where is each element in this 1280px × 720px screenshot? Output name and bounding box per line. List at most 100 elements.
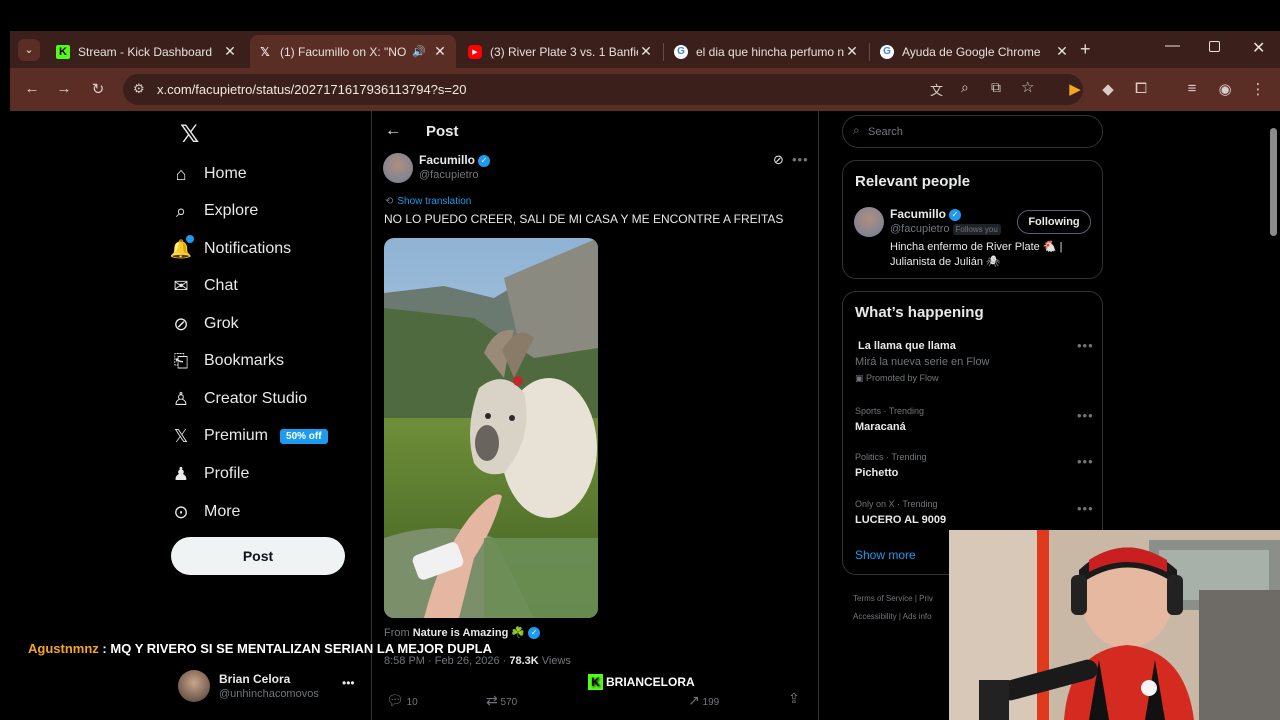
reload-icon[interactable]: ↻ [88, 80, 108, 98]
trend-item[interactable]: Sports · Trending Maracaná ••• [855, 404, 1095, 440]
close-icon[interactable]: ✕ [1054, 43, 1070, 60]
repost-button[interactable]: ⇄ 570 [486, 692, 517, 709]
speaker-icon[interactable]: 🔊 [412, 45, 426, 58]
tab-google-search[interactable]: G el dia que hincha perfumo n ✕ [666, 35, 868, 68]
tab-search-button[interactable]: ⌄ [18, 39, 40, 61]
footer-separator: | [914, 594, 917, 603]
forward-icon[interactable]: → [54, 80, 74, 97]
tab-facumillo-post[interactable]: 𝕏 (1) Facumillo on X: "NO 🔊 ✕ [250, 35, 456, 68]
new-tab-button[interactable]: + [1080, 39, 1091, 60]
share-icon[interactable]: ⇪ [788, 690, 800, 707]
author-avatar[interactable] [383, 153, 413, 183]
nav-label: Home [204, 165, 247, 182]
following-button[interactable]: Following [1017, 210, 1091, 234]
screen: ⌄ K Stream - Kick Dashboard ✕ 𝕏 (1) Facu… [0, 0, 1280, 720]
extension-diamond-icon[interactable]: ◆ [1098, 80, 1118, 98]
avatar[interactable] [854, 207, 884, 237]
grok-icon[interactable]: ⊘ [773, 152, 784, 168]
media-control-icon[interactable]: ≡ [1182, 80, 1202, 97]
post-video[interactable] [384, 238, 598, 618]
promoted-label: ▣ Promoted by Flow [855, 373, 939, 384]
more-dots-icon[interactable]: ••• [792, 152, 809, 167]
restore-button[interactable] [1209, 41, 1220, 52]
bell-icon: 🔔 [170, 235, 194, 260]
nav-grok[interactable]: ⊘ Grok [170, 309, 238, 339]
person-icon: ♟ [172, 463, 190, 484]
post-button[interactable]: Post [171, 537, 345, 575]
cast-icon[interactable]: ⧉ [991, 79, 1001, 96]
translate-icon[interactable]: 文 [930, 80, 943, 99]
scrollbar-thumb[interactable] [1270, 128, 1277, 236]
close-window-button[interactable]: ✕ [1252, 38, 1265, 58]
search-placeholder: Search [868, 126, 903, 138]
account-switcher[interactable]: Brian Celora @unhinchacomovos ••• [178, 670, 364, 704]
more-dots-icon[interactable]: ••• [1077, 338, 1094, 353]
nav-notifications[interactable]: 🔔 Notifications [170, 234, 291, 264]
close-icon[interactable]: ✕ [638, 43, 654, 60]
search-input[interactable]: ⌕ Search [842, 115, 1103, 148]
profile-avatar-icon[interactable]: ◉ [1215, 80, 1235, 98]
back-arrow-icon[interactable]: ← [385, 122, 401, 140]
nav-home[interactable]: ⌂ Home [170, 159, 247, 189]
post-timestamp[interactable]: 8:58 PM · Feb 26, 2026 · [384, 655, 506, 667]
verified-badge-icon: ✓ [528, 627, 541, 640]
search-icon: ⌕ [175, 200, 187, 221]
person-name[interactable]: Facumillo ✓ [890, 207, 962, 221]
url-text[interactable]: x.com/facupietro/status/2027171617936113… [157, 82, 466, 97]
close-icon[interactable]: ✕ [844, 43, 860, 60]
nav-explore[interactable]: ⌕ Explore [170, 196, 258, 226]
youtube-icon: ▶ [468, 44, 482, 59]
analytics-icon: ↗ [688, 692, 700, 708]
trend-item[interactable]: La llama que llama Mirá la nueva serie e… [855, 338, 1095, 388]
nav-creator-studio[interactable]: ♙ Creator Studio [170, 384, 307, 414]
nav-profile[interactable]: ♟ Profile [170, 459, 249, 489]
author-handle[interactable]: @facupietro [419, 169, 478, 181]
footer-link[interactable]: Priv [919, 594, 933, 603]
tab-kick-dashboard[interactable]: K Stream - Kick Dashboard ✕ [48, 35, 246, 68]
back-icon[interactable]: ← [22, 80, 42, 97]
author-name[interactable]: Facumillo ✓ [419, 153, 491, 167]
nav-label: Profile [204, 465, 250, 482]
views-button[interactable]: ↗ 199 [688, 692, 719, 709]
tab-chrome-help[interactable]: G Ayuda de Google Chrome ✕ [872, 35, 1078, 68]
close-icon[interactable]: ✕ [432, 43, 448, 60]
person-handle-text: @facupietro [890, 223, 950, 235]
more-circle-icon: ⊙ [173, 501, 189, 522]
nav-more[interactable]: ⊙ More [170, 497, 240, 527]
minimize-button[interactable]: — [1165, 37, 1180, 54]
extension-play-icon[interactable]: ▶ [1065, 80, 1085, 98]
nav-premium[interactable]: 𝕏 Premium 50% off [170, 421, 328, 451]
more-dots-icon[interactable]: ••• [1077, 408, 1094, 423]
close-icon[interactable]: ✕ [222, 43, 238, 60]
tab-river-plate-video[interactable]: ▶ (3) River Plate 3 vs. 1 Banfiel ✕ [460, 35, 662, 68]
footer-link[interactable]: Accessibility [853, 612, 897, 621]
nav-label: Creator Studio [204, 390, 308, 407]
nav-bookmarks[interactable]: ⎗ Bookmarks [170, 346, 284, 376]
show-translation-link[interactable]: ⟲ Show translation [385, 196, 471, 207]
chat-separator: : [102, 641, 107, 656]
from-prefix: From [384, 627, 410, 639]
trend-item[interactable]: Only on X · Trending LUCERO AL 9009 ••• [855, 497, 1095, 533]
extensions-puzzle-icon[interactable]: ⧠ [1131, 80, 1151, 97]
zoom-icon[interactable]: ⌕ [961, 79, 969, 96]
verified-badge-icon: ✓ [478, 154, 491, 167]
nav-chat[interactable]: ✉ Chat [170, 271, 237, 301]
kick-icon: K [588, 674, 603, 690]
bookmark-star-icon[interactable]: ☆ [1021, 78, 1034, 96]
more-dots-icon[interactable]: ••• [1077, 454, 1094, 469]
site-info-icon[interactable]: ⚙ [133, 81, 145, 97]
reply-button[interactable]: 💬︎ 10 [386, 692, 418, 709]
x-logo-icon[interactable]: 𝕏 [180, 120, 199, 149]
trend-context: Politics · Trending [855, 452, 927, 462]
more-dots-icon[interactable]: ••• [1077, 501, 1094, 516]
address-bar[interactable]: ⚙ x.com/facupietro/status/20271716179361… [123, 74, 1083, 105]
browser-menu-icon[interactable]: ⋮ [1248, 80, 1268, 98]
footer-link[interactable]: Ads info [903, 612, 932, 621]
source-account-link[interactable]: Nature is Amazing ☘️ [413, 627, 525, 639]
x-logo-icon: 𝕏 [173, 425, 189, 446]
more-dots-icon[interactable]: ••• [342, 676, 355, 690]
show-more-link[interactable]: Show more [855, 548, 916, 562]
trend-item[interactable]: Politics · Trending Pichetto ••• [855, 450, 1095, 486]
footer-link[interactable]: Terms of Service [853, 594, 913, 603]
trend-title: LUCERO AL 9009 [855, 514, 947, 526]
